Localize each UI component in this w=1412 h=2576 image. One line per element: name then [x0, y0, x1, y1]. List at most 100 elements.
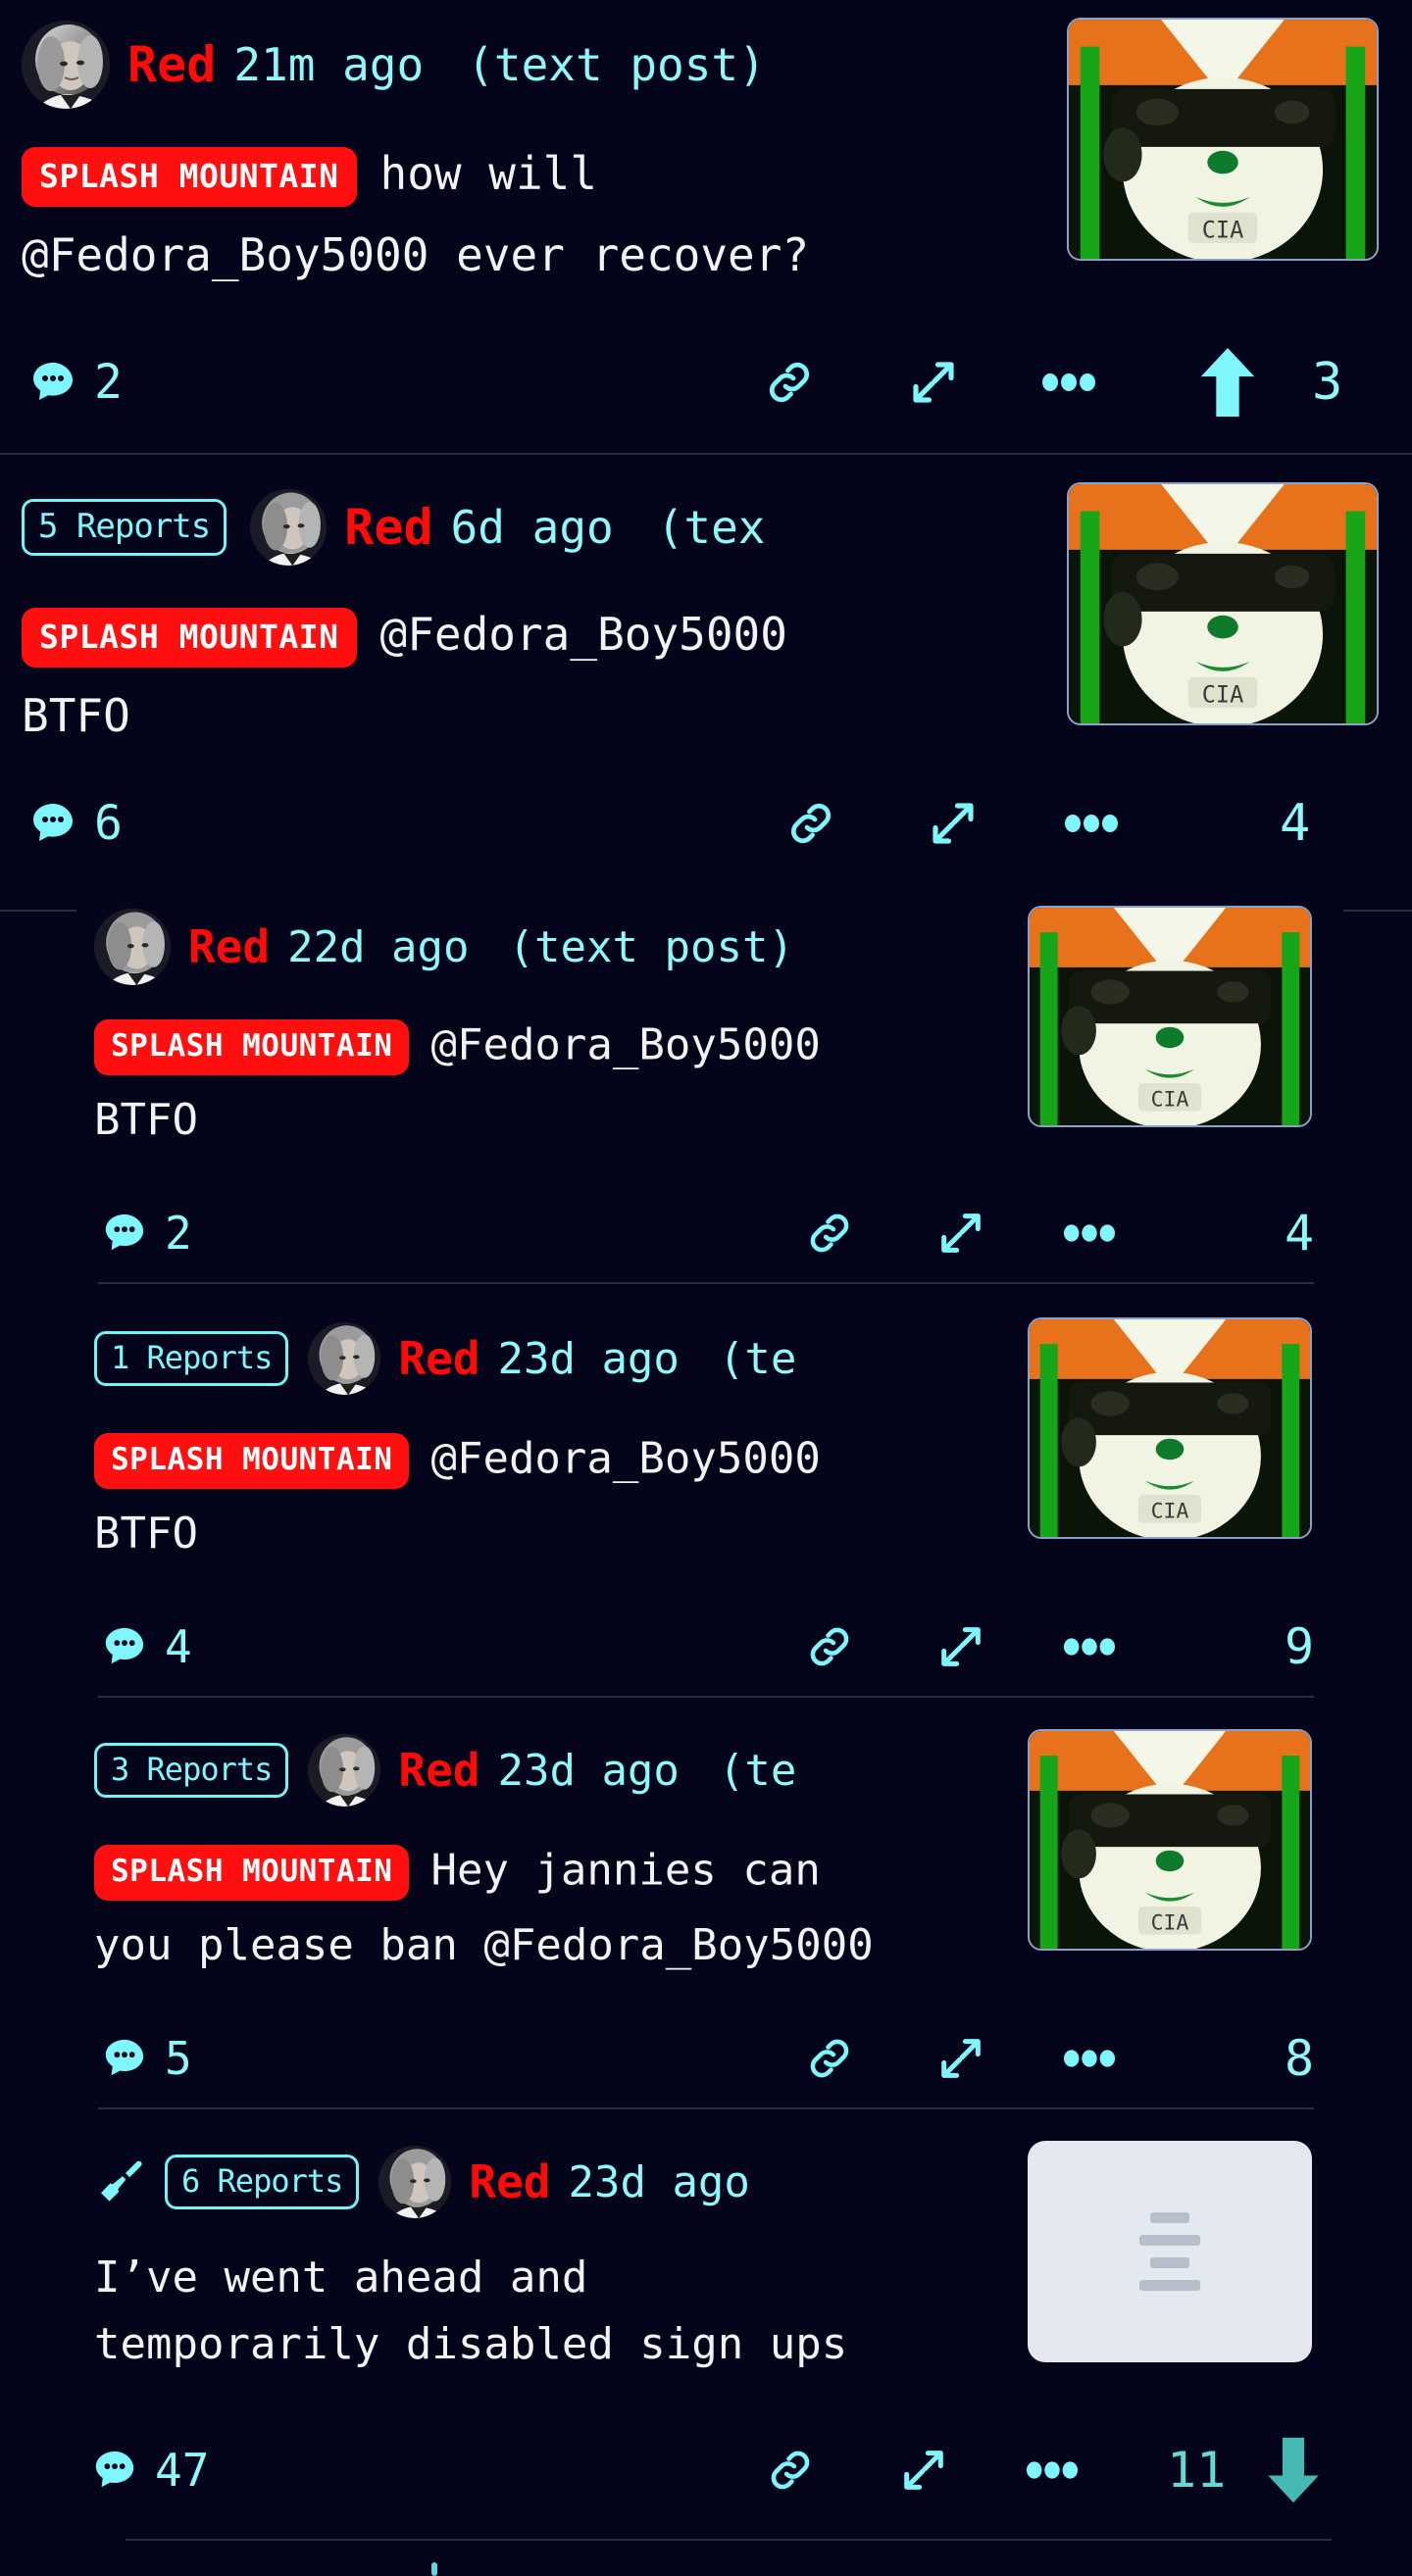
score: 4 [1285, 1205, 1314, 1262]
link-button[interactable] [763, 356, 816, 409]
avatar[interactable] [378, 2146, 452, 2218]
arrow-up-icon [1198, 346, 1257, 419]
post-flair[interactable]: SPLASH MOUNTAIN [94, 1433, 410, 1489]
post-thumbnail[interactable]: CIA [1028, 906, 1312, 1127]
post-card[interactable]: 3 Reports Red 23d ago (te SPLASH MOUNTAI… [76, 1706, 1336, 2117]
post-divider [98, 1696, 1314, 1698]
avatar[interactable] [94, 909, 171, 985]
reports-badge[interactable]: 3 Reports [94, 1743, 289, 1798]
comments-button[interactable]: 47 [88, 2444, 209, 2497]
link-button[interactable] [804, 2033, 855, 2084]
comments-button[interactable]: 4 [98, 1620, 192, 1673]
post-timestamp: 6d ago [450, 501, 614, 554]
link-button[interactable] [765, 2445, 816, 2496]
link-button[interactable] [784, 797, 837, 850]
placeholder-line [1150, 2212, 1189, 2223]
post-card[interactable]: 5 Reports Red 6d ago (tex SPLASH MOUNTAI… [0, 461, 1412, 882]
post-username[interactable]: Red [398, 1744, 479, 1797]
post-flair[interactable]: SPLASH MOUNTAIN [22, 608, 357, 668]
link-button[interactable] [804, 1621, 855, 1672]
score-count: 3 [1312, 353, 1343, 412]
post-flair[interactable]: SPLASH MOUNTAIN [94, 1019, 410, 1075]
more-button[interactable] [1026, 2460, 1079, 2480]
comments-button[interactable]: 2 [98, 1207, 192, 1260]
thread-guide [1343, 910, 1412, 912]
comment-count: 6 [94, 796, 123, 851]
reports-badge[interactable]: 6 Reports [165, 2155, 360, 2209]
post-thumbnail[interactable]: CIA [1028, 1729, 1312, 1951]
more-button[interactable] [1064, 814, 1119, 833]
svg-text:CIA: CIA [1202, 680, 1244, 708]
post-thumbnail[interactable]: CIA [1067, 18, 1379, 261]
post-card[interactable]: 1 Reports Red 23d ago (te SPLASH MOUNTAI… [76, 1294, 1336, 1706]
comment-count: 47 [155, 2444, 210, 2497]
upvote-button[interactable] [1198, 346, 1257, 419]
post-thumbnail[interactable]: CIA [1028, 1317, 1312, 1539]
placeholder-line [1139, 2235, 1200, 2246]
expand-button[interactable] [935, 1208, 986, 1259]
link-chain-icon [784, 797, 837, 850]
link-button[interactable] [804, 1208, 855, 1259]
post-flair[interactable]: SPLASH MOUNTAIN [94, 1845, 410, 1901]
broom-icon[interactable] [94, 2155, 147, 2208]
post-body-line: you please ban @Fedora_Boy5000 [94, 1920, 874, 1970]
more-button[interactable] [1063, 1223, 1116, 1243]
link-chain-icon [804, 2033, 855, 2084]
post-header: 6 Reports Red 23d ago [94, 2139, 750, 2225]
score-count: 4 [1280, 794, 1311, 853]
post-username[interactable]: Red [344, 499, 432, 556]
speech-bubble-icon [25, 359, 80, 406]
post-body-line: BTFO [94, 1095, 198, 1145]
post-card[interactable]: Red 22d ago (text post) SPLASH MOUNTAIN @… [76, 882, 1336, 1294]
link-chain-icon [804, 1621, 855, 1672]
post-divider [98, 1282, 1314, 1284]
post-username[interactable]: Red [469, 2155, 550, 2208]
post-body: SPLASH MOUNTAIN @Fedora_Boy5000 BTFO [22, 608, 1061, 738]
avatar[interactable] [308, 1734, 381, 1807]
post-header: Red 21m ago (text post) [22, 20, 766, 110]
post-card[interactable]: Red 21m ago (text post) SPLASH MOUNTAIN h… [0, 0, 1412, 461]
expand-arrows-icon [935, 1621, 986, 1672]
post-body: SPLASH MOUNTAIN Hey jannies can you pleas… [94, 1845, 1084, 1967]
downvote-button[interactable] [1265, 2436, 1322, 2504]
ellipsis-icon [1063, 1637, 1116, 1657]
post-thumbnail[interactable] [1028, 2141, 1312, 2362]
reports-badge[interactable]: 1 Reports [94, 1331, 289, 1386]
speech-bubble-icon [98, 1624, 151, 1669]
expand-arrows-icon [935, 2033, 986, 2084]
post-actions: 2 3 [0, 343, 1412, 421]
post-actions: 6 4 [0, 784, 1412, 863]
score: 3 [1312, 353, 1342, 412]
avatar[interactable] [308, 1322, 381, 1395]
post-timestamp: 22d ago [287, 921, 470, 972]
more-button[interactable] [1063, 2049, 1116, 2068]
comments-button[interactable]: 2 [25, 355, 123, 410]
post-header: 5 Reports Red 6d ago (tex [22, 482, 766, 572]
post-username[interactable]: Red [127, 36, 216, 93]
post-divider [98, 2107, 1314, 2109]
expand-button[interactable] [898, 2445, 949, 2496]
post-flair[interactable]: SPLASH MOUNTAIN [22, 147, 357, 207]
post-thumbnail[interactable]: CIA [1067, 482, 1379, 725]
speech-bubble-icon [25, 800, 80, 847]
reports-badge[interactable]: 5 Reports [22, 499, 227, 556]
speech-bubble-icon [98, 2036, 151, 2081]
post-body-line: how will [379, 147, 598, 200]
expand-button[interactable] [907, 356, 960, 409]
expand-button[interactable] [927, 797, 980, 850]
expand-button[interactable] [935, 2033, 986, 2084]
score: 8 [1285, 2030, 1314, 2087]
comments-button[interactable]: 6 [25, 796, 123, 851]
post-username[interactable]: Red [398, 1332, 479, 1385]
post-card[interactable]: 6 Reports Red 23d ago I’ve went ahead an… [76, 2117, 1412, 2549]
avatar[interactable] [250, 489, 328, 566]
score: 11 [1167, 2442, 1226, 2499]
post-type: (tex [656, 501, 766, 554]
more-button[interactable] [1063, 1637, 1116, 1657]
expand-button[interactable] [935, 1621, 986, 1672]
avatar[interactable] [22, 21, 110, 109]
comments-button[interactable]: 5 [98, 2032, 192, 2085]
comment-count: 5 [165, 2032, 192, 2085]
more-button[interactable] [1041, 372, 1096, 392]
post-username[interactable]: Red [188, 920, 270, 973]
